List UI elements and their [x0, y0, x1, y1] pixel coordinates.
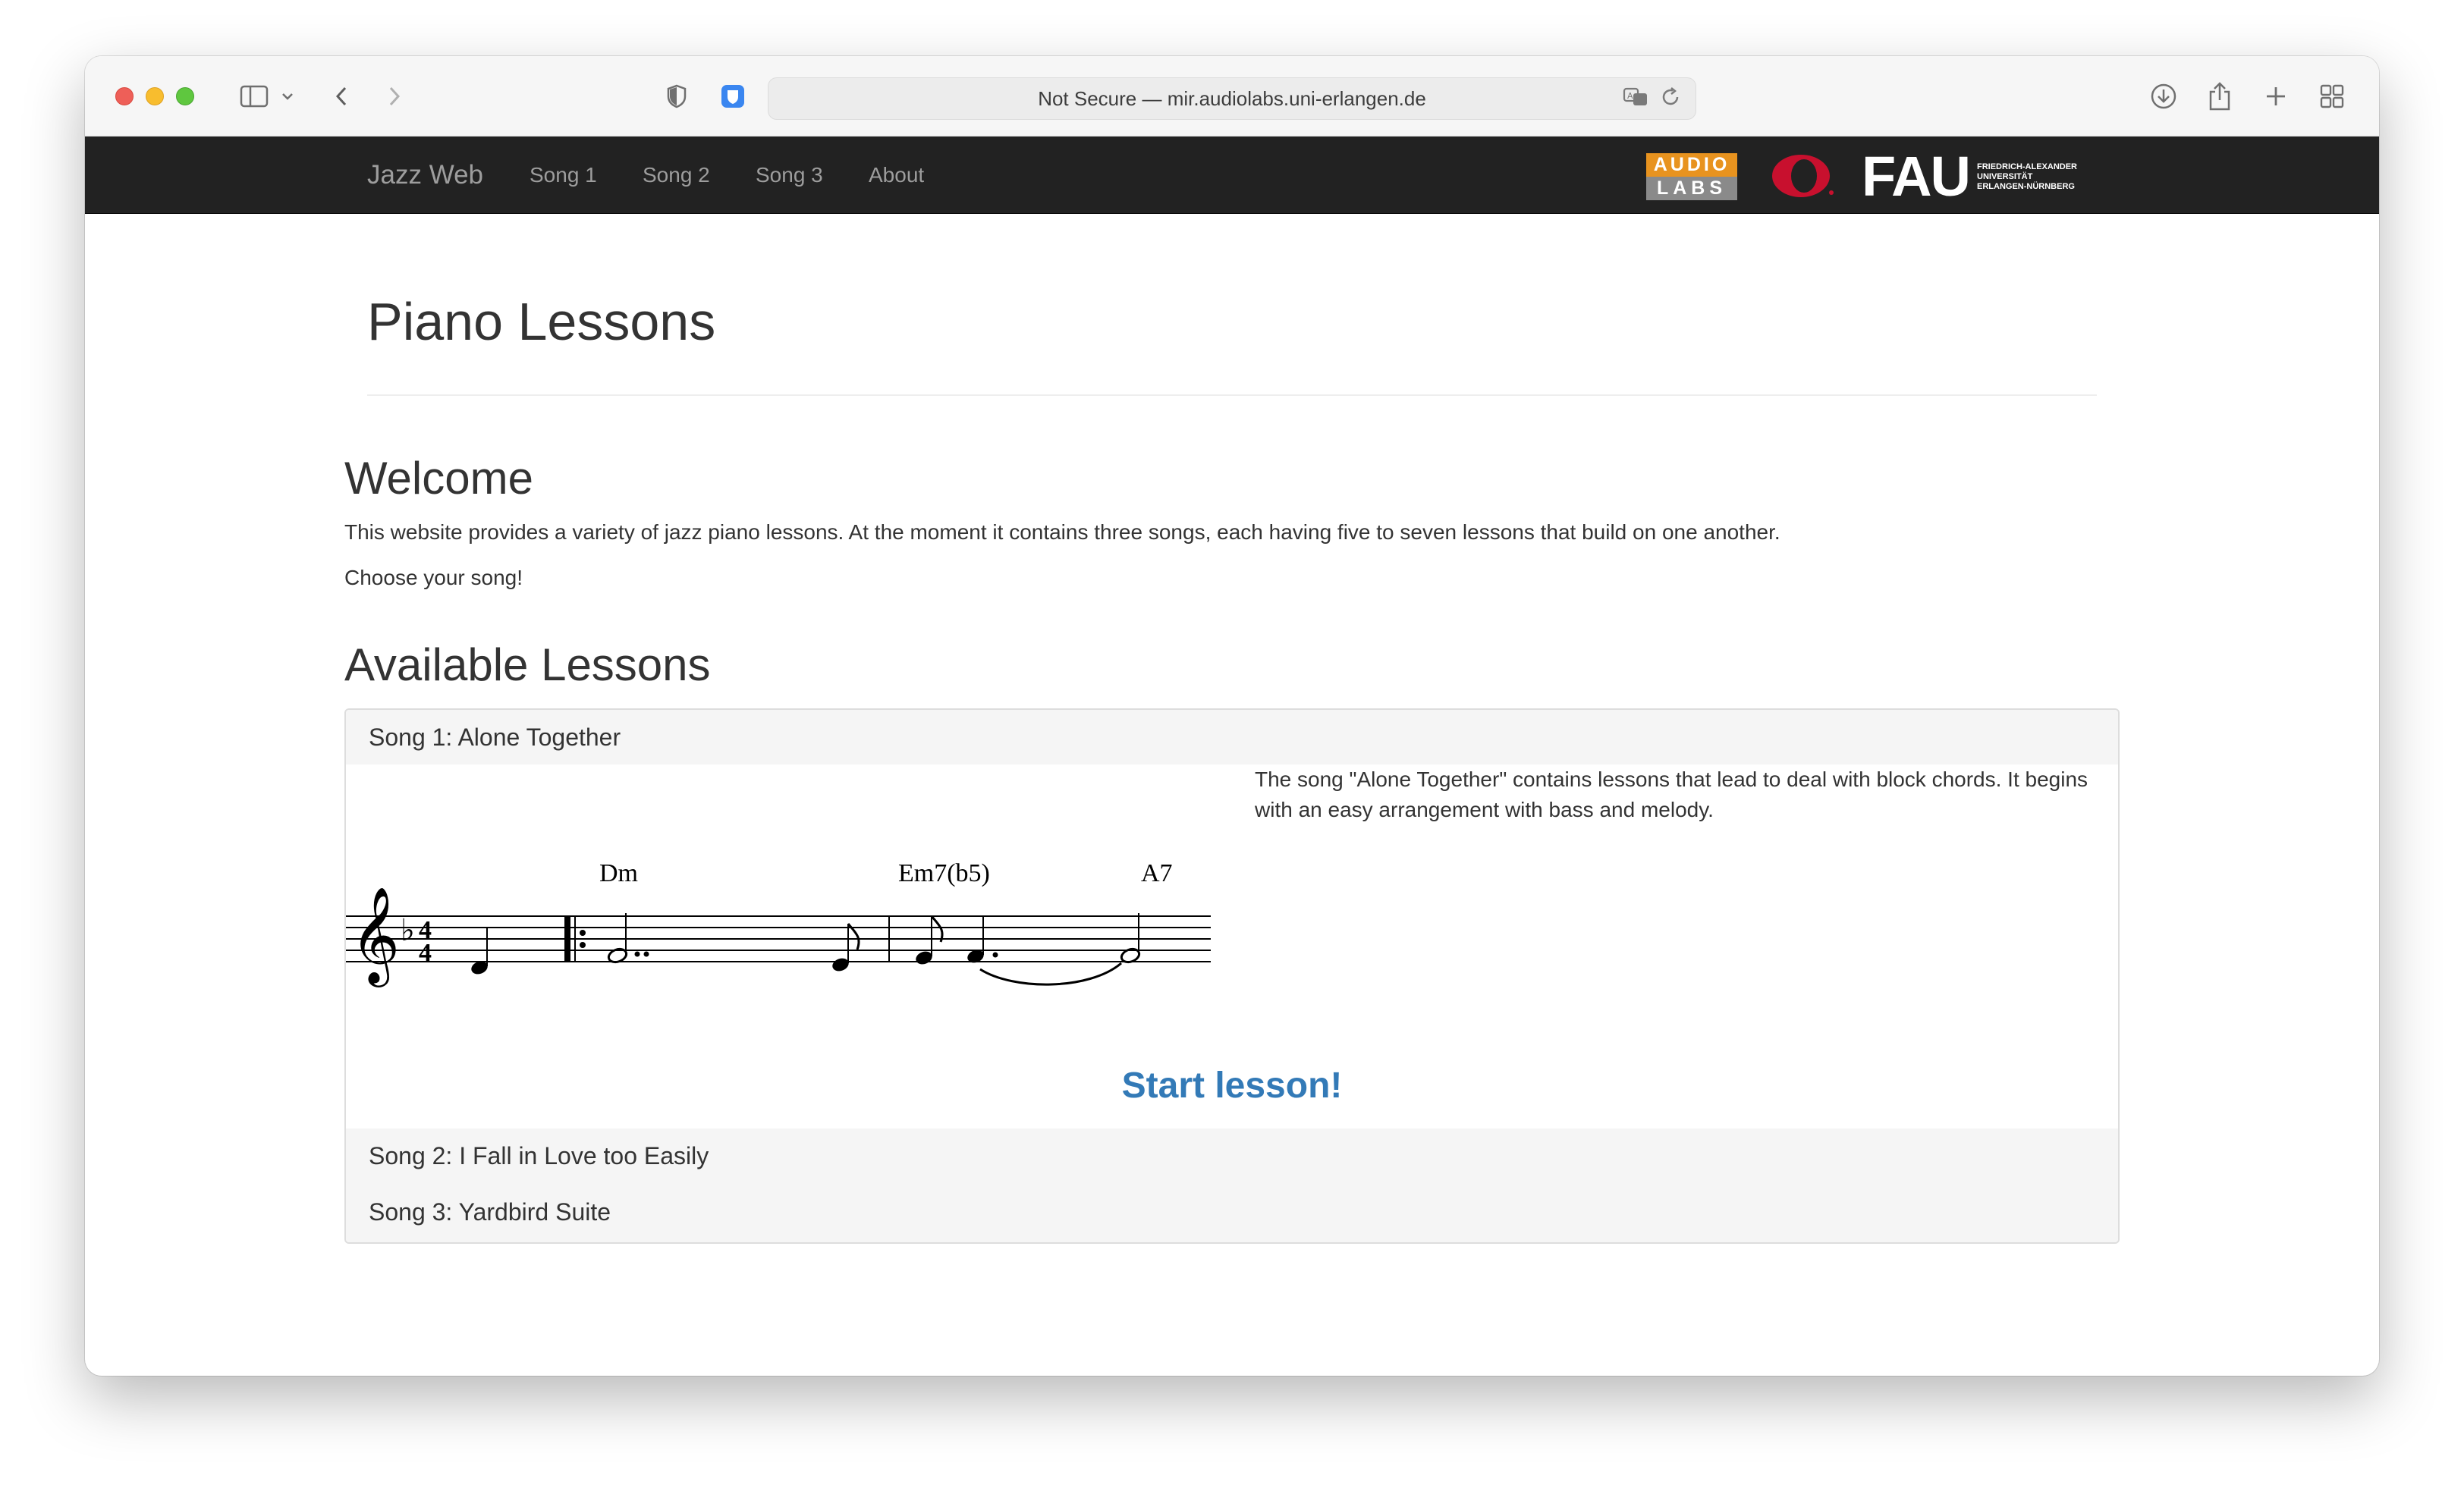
close-window-button[interactable] — [115, 87, 134, 105]
flat-icon: ♭ — [401, 913, 415, 948]
fau-sub-line-3: ERLANGEN-NÜRNBERG — [1977, 181, 2075, 191]
minimize-window-button[interactable] — [146, 87, 164, 105]
back-arrow-icon[interactable] — [326, 79, 357, 114]
fau-sub-line-1: FRIEDRICH-ALEXANDER — [1977, 162, 2077, 171]
start-lesson-button[interactable]: Start lesson! — [346, 1065, 2118, 1107]
tab-overview-icon[interactable] — [2315, 79, 2349, 114]
chord-dm: Dm — [599, 859, 638, 887]
desktop: Not Secure — mir.audiolabs.uni-erlangen.… — [0, 0, 2464, 1488]
welcome-text: This website provides a variety of jazz … — [344, 520, 1780, 544]
translate-icon[interactable]: A — [1623, 86, 1648, 114]
nav-about[interactable]: About — [869, 137, 924, 214]
address-text: Not Secure — mir.audiolabs.uni-erlangen.… — [1038, 86, 1426, 110]
nav-song-3[interactable]: Song 3 — [756, 137, 823, 214]
choose-text: Choose your song! — [344, 566, 523, 589]
treble-clef-icon: 𝄞 — [350, 886, 400, 987]
svg-text:A: A — [1627, 91, 1633, 101]
fau-logo-text: FAU — [1862, 145, 1971, 208]
sidebar-toggle-icon[interactable] — [232, 79, 278, 114]
song-1-body: Dm Em7(b5) A7 𝄞 ♭ 4 4 The song "Alone To… — [346, 764, 2118, 1129]
chord-em7b5: Em7(b5) — [898, 859, 990, 887]
brand-link[interactable]: Jazz Web — [367, 137, 483, 214]
browser-window: Not Secure — mir.audiolabs.uni-erlangen.… — [85, 56, 2379, 1376]
fau-logo-subtitle: FRIEDRICH-ALEXANDER UNIVERSITÄT ERLANGEN… — [1977, 162, 2077, 192]
fau-sub-line-2: UNIVERSITÄT — [1977, 171, 2033, 181]
song-1-description: The song "Alone Together" contains lesso… — [1255, 768, 2088, 821]
song-1-header[interactable]: Song 1: Alone Together — [346, 710, 2118, 764]
address-bar[interactable]: Not Secure — mir.audiolabs.uni-erlangen.… — [768, 77, 1696, 120]
audiolabs-logo-bottom: LABS — [1646, 177, 1737, 200]
nav-song-1[interactable]: Song 1 — [530, 137, 597, 214]
song-2-header[interactable]: Song 2: I Fall in Love too Easily — [346, 1129, 2118, 1183]
lessons-heading: Available Lessons — [344, 639, 711, 690]
fau-logo[interactable]: FAU FRIEDRICH-ALEXANDER UNIVERSITÄT ERLA… — [1862, 149, 2077, 205]
share-icon[interactable] — [2203, 79, 2236, 114]
song-3-header[interactable]: Song 3: Yardbird Suite — [346, 1183, 2118, 1242]
title-divider — [367, 394, 2097, 396]
chevron-down-icon[interactable] — [276, 79, 299, 114]
lessons-accordion: Song 1: Alone Together Dm Em7(b5) A7 𝄞 ♭… — [344, 708, 2120, 1244]
sheet-music-excerpt: Dm Em7(b5) A7 𝄞 ♭ 4 4 — [346, 859, 1211, 987]
password-manager-icon[interactable] — [716, 79, 750, 114]
time-sig-bottom: 4 — [419, 939, 432, 967]
downloads-icon[interactable] — [2147, 79, 2180, 114]
audiolabs-logo[interactable]: AUDIO LABS — [1646, 153, 1737, 200]
browser-toolbar: Not Secure — mir.audiolabs.uni-erlangen.… — [85, 56, 2379, 137]
welcome-heading: Welcome — [344, 453, 533, 504]
reload-icon[interactable] — [1659, 86, 1682, 114]
audiolabs-logo-top: AUDIO — [1646, 153, 1737, 177]
forward-arrow-icon[interactable] — [379, 79, 410, 114]
nav-song-2[interactable]: Song 2 — [643, 137, 710, 214]
chord-a7: A7 — [1141, 859, 1173, 887]
privacy-shield-icon[interactable] — [662, 79, 692, 114]
new-tab-icon[interactable] — [2259, 79, 2293, 114]
zoom-window-button[interactable] — [176, 87, 194, 105]
page-title: Piano Lessons — [367, 292, 716, 351]
fraunhofer-ring-logo[interactable] — [1768, 152, 1836, 204]
